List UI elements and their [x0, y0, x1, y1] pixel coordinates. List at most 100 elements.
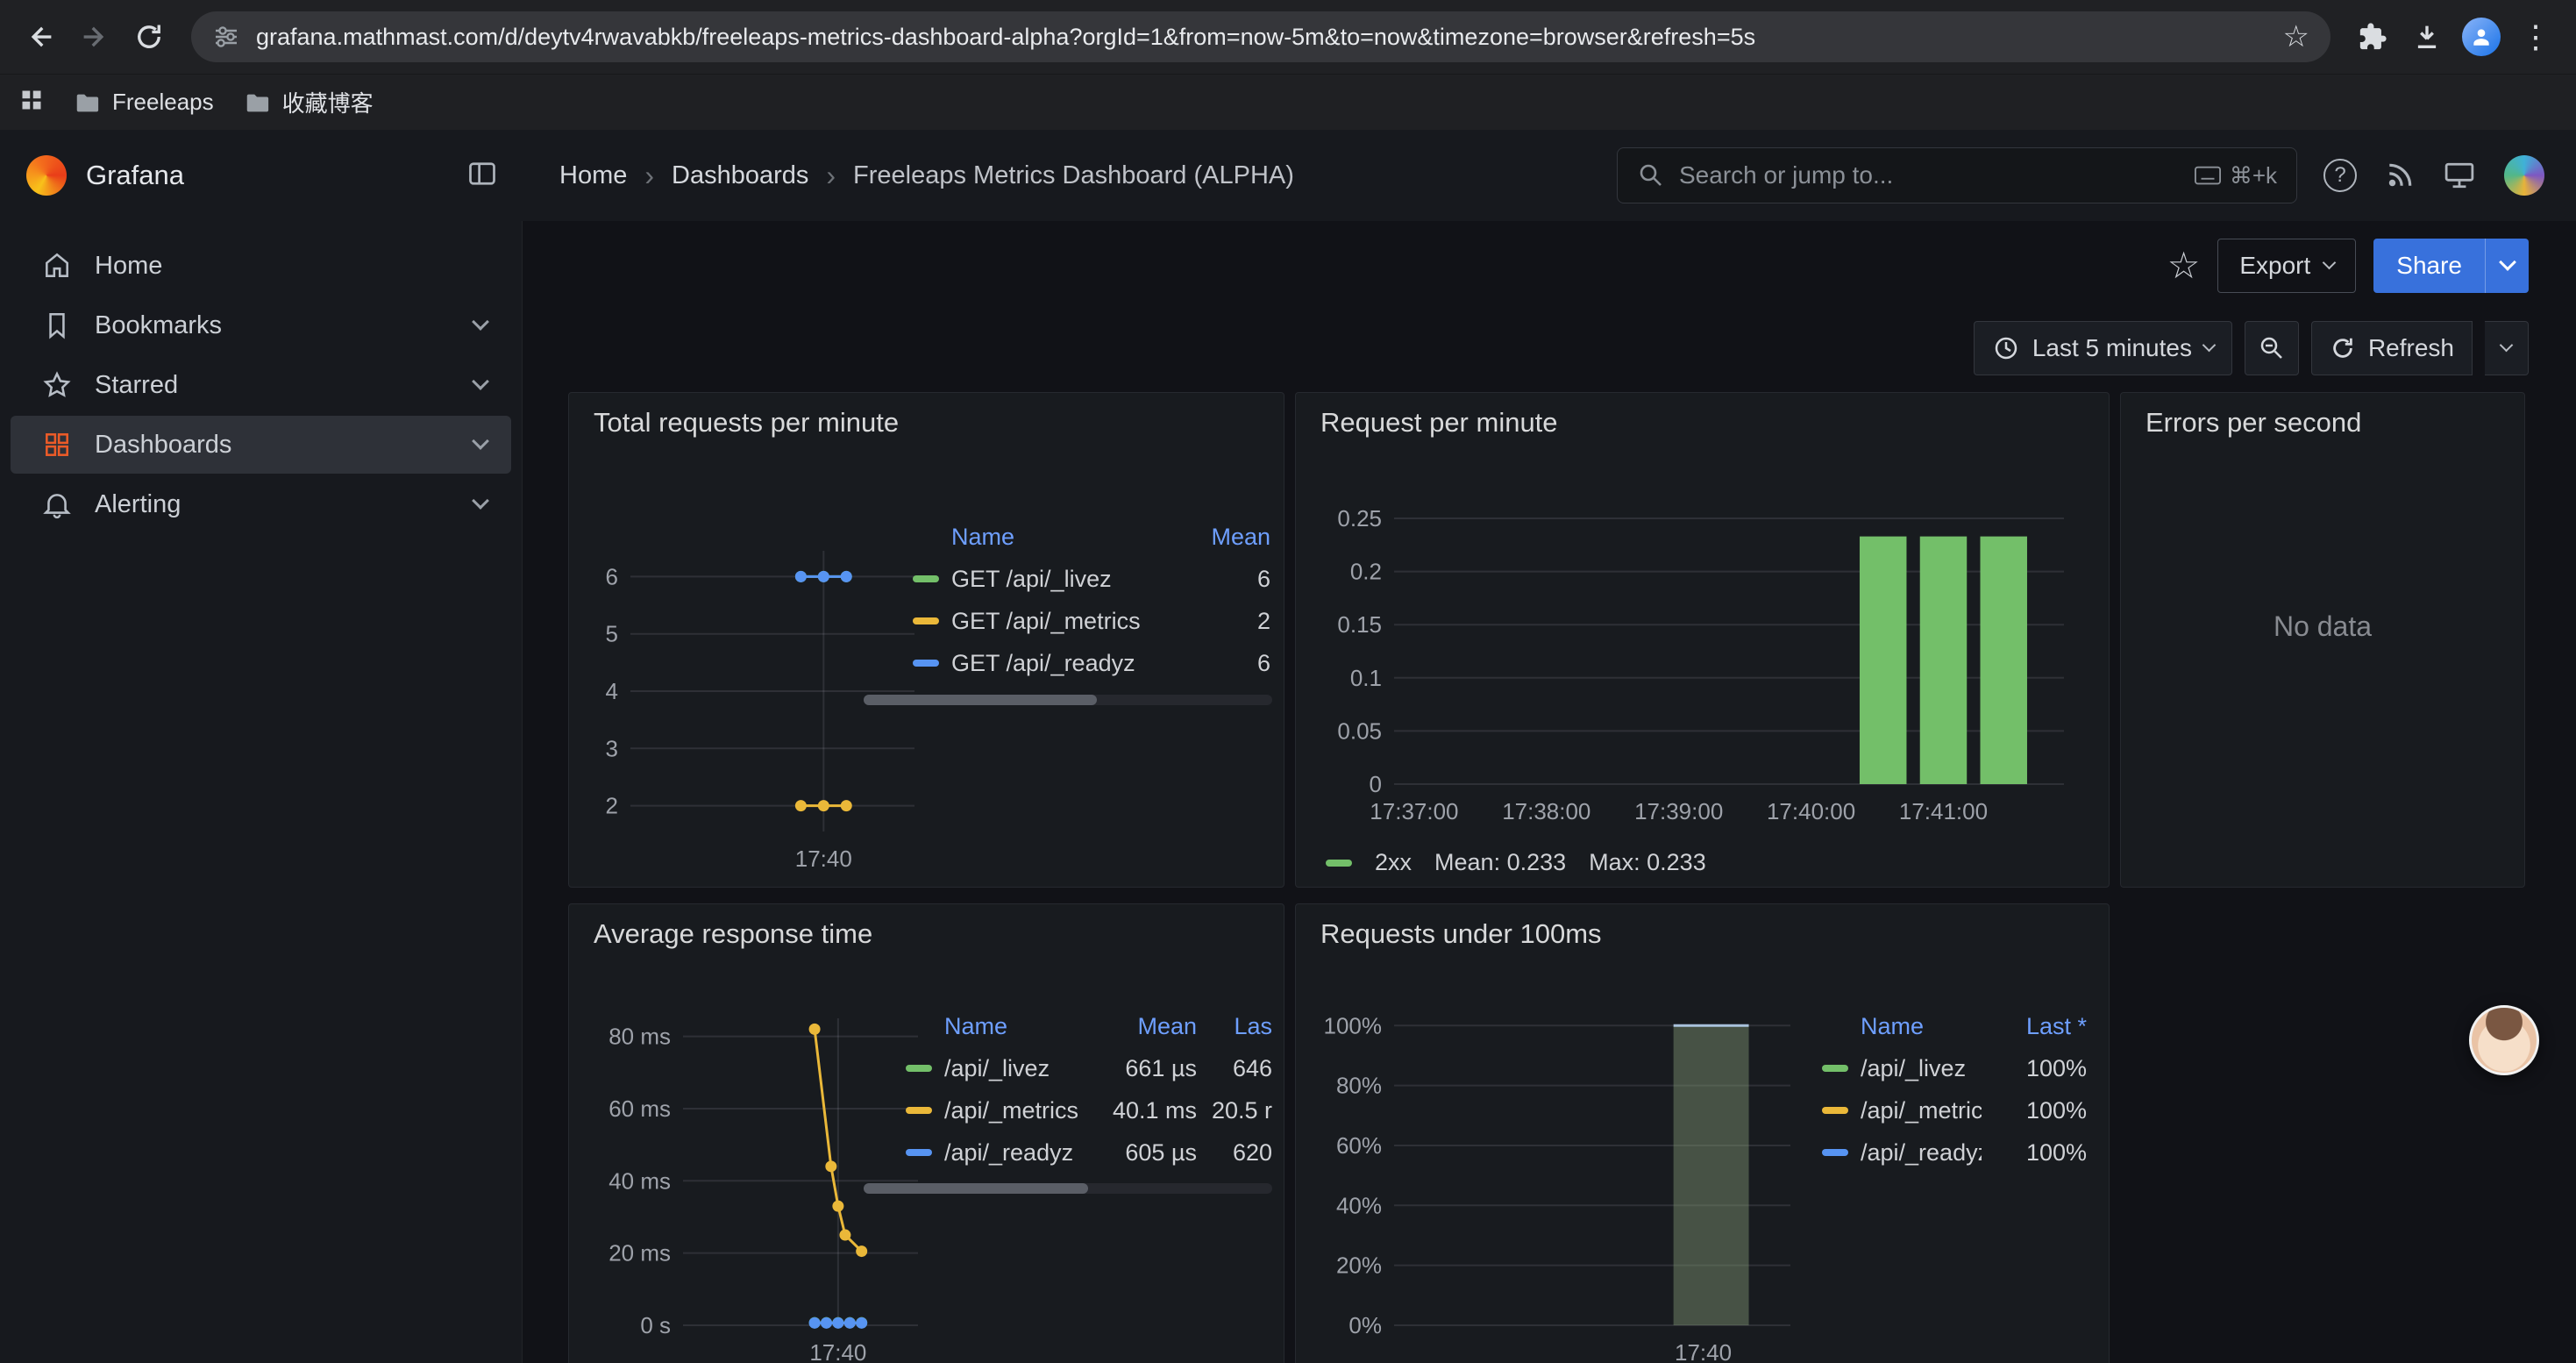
refresh-label: Refresh [2368, 334, 2454, 362]
export-label: Export [2239, 252, 2310, 280]
reload-button[interactable] [125, 12, 174, 61]
svg-text:0.15: 0.15 [1337, 611, 1382, 638]
breadcrumb-separator: › [644, 160, 654, 192]
apps-grid-icon[interactable] [19, 88, 44, 117]
panel-errors-per-second: Errors per second No data [2120, 392, 2525, 888]
dashboard-actions: ☆ Export Share [2167, 239, 2529, 293]
series-name[interactable]: 2xx [1375, 849, 1412, 876]
chevron-down-icon [472, 373, 489, 390]
sidebar-item-home[interactable]: Home [11, 237, 511, 295]
breadcrumb-home[interactable]: Home [559, 161, 627, 190]
svg-text:0 s: 0 s [640, 1312, 671, 1338]
legend-row[interactable]: /api/_metrics100% [1822, 1089, 2087, 1131]
extensions-button[interactable] [2348, 12, 2397, 61]
scrollbar-thumb[interactable] [864, 695, 1097, 705]
legend-scrollbar[interactable] [864, 1183, 1272, 1194]
svg-text:17:39:00: 17:39:00 [1634, 798, 1723, 824]
legend-table[interactable]: NameMeanGET /api/_livez6GET /api/_metric… [913, 516, 1270, 684]
bookmark-item-blog[interactable]: 收藏博客 [244, 86, 374, 118]
header-icons: ? [2323, 155, 2544, 196]
series-legend[interactable]: 2xx Mean: 0.233 Max: 0.233 [1326, 849, 1706, 876]
bookmark-star-icon[interactable]: ☆ [2283, 22, 2309, 52]
svg-text:0.25: 0.25 [1337, 505, 1382, 532]
zoom-out-icon [2258, 334, 2286, 362]
home-icon [42, 251, 72, 281]
svg-text:20 ms: 20 ms [608, 1240, 671, 1267]
svg-text:60%: 60% [1336, 1132, 1382, 1159]
back-icon [25, 21, 56, 53]
clock-icon [1992, 334, 2020, 362]
legend-table[interactable]: NameLast */api/_livez100%/api/_metrics10… [1822, 1005, 2087, 1174]
monitor-icon[interactable] [2443, 161, 2476, 190]
time-range-label: Last 5 minutes [2032, 334, 2192, 362]
legend-row[interactable]: /api/_metrics40.1 ms20.5 r [906, 1089, 1272, 1131]
refresh-interval-button[interactable] [2485, 321, 2529, 375]
svg-text:17:40: 17:40 [795, 846, 852, 872]
forward-button[interactable] [70, 12, 119, 61]
panel-title[interactable]: Requests under 100ms [1296, 904, 2109, 950]
search-shortcut: ⌘+k [2195, 162, 2277, 189]
reload-icon [133, 21, 165, 53]
sidebar-item-bookmarks[interactable]: Bookmarks [11, 296, 511, 354]
chevron-down-icon [2323, 255, 2337, 269]
share-menu-button[interactable] [2485, 239, 2529, 293]
user-avatar[interactable] [2504, 155, 2544, 196]
svg-text:5: 5 [606, 621, 618, 647]
series-max: Max: 0.233 [1589, 849, 1706, 876]
svg-text:6: 6 [606, 563, 618, 589]
legend-row[interactable]: /api/_livez100% [1822, 1047, 2087, 1089]
svg-text:0.05: 0.05 [1337, 717, 1382, 744]
bookmark-item-freeleaps[interactable]: Freeleaps [74, 89, 214, 116]
panel-title[interactable]: Errors per second [2121, 393, 2524, 439]
panel-requests-under-100ms: Requests under 100ms 0%20%40%60%80%100%1… [1295, 903, 2110, 1363]
help-icon[interactable]: ? [2323, 159, 2357, 192]
browser-menu-button[interactable]: ⋮ [2511, 12, 2560, 61]
legend-header-row: NameLast * [1822, 1005, 2087, 1047]
sidebar-item-dashboards[interactable]: Dashboards [11, 416, 511, 474]
legend-row[interactable]: GET /api/_livez6 [913, 558, 1270, 600]
legend-table[interactable]: NameMeanLas/api/_livez661 µs646/api/_met… [906, 1005, 1272, 1174]
profile-button[interactable] [2457, 12, 2506, 61]
panel-average-response-time: Average response time 80 ms60 ms40 ms20 … [568, 903, 1284, 1363]
alerting-bell-icon [42, 489, 72, 519]
legend-header-row: NameMeanLas [906, 1005, 1272, 1047]
sidebar-toggle-button[interactable] [466, 158, 498, 194]
chevron-down-icon [472, 492, 489, 510]
sidebar-item-alerting[interactable]: Alerting [11, 475, 511, 533]
svg-text:100%: 100% [1324, 1012, 1383, 1038]
favorite-star-icon[interactable]: ☆ [2167, 247, 2201, 284]
legend-row[interactable]: /api/_livez661 µs646 [906, 1047, 1272, 1089]
panel-title[interactable]: Total requests per minute [569, 393, 1284, 439]
time-range-picker[interactable]: Last 5 minutes [1974, 321, 2232, 375]
share-button[interactable]: Share [2373, 239, 2485, 293]
folder-icon [244, 89, 270, 116]
svg-text:17:37:00: 17:37:00 [1370, 798, 1458, 824]
legend-row[interactable]: GET /api/_readyz6 [913, 642, 1270, 684]
search-input[interactable]: Search or jump to... ⌘+k [1617, 147, 2297, 203]
rss-icon[interactable] [2385, 161, 2415, 190]
search-icon [1637, 161, 1665, 189]
legend-row[interactable]: GET /api/_metrics2 [913, 600, 1270, 642]
url-bar[interactable]: grafana.mathmast.com/d/deytv4rwavabkb/fr… [191, 11, 2330, 62]
breadcrumb-current: Freeleaps Metrics Dashboard (ALPHA) [853, 161, 1294, 190]
panel-title[interactable]: Average response time [569, 904, 1284, 950]
zoom-out-button[interactable] [2245, 321, 2299, 375]
screen: grafana.mathmast.com/d/deytv4rwavabkb/fr… [0, 0, 2576, 1363]
scrollbar-thumb[interactable] [864, 1183, 1088, 1194]
panel-title[interactable]: Request per minute [1296, 393, 2109, 439]
forward-icon [79, 21, 110, 53]
breadcrumb-dashboards[interactable]: Dashboards [672, 161, 808, 190]
downloads-button[interactable] [2402, 12, 2451, 61]
sidebar-item-starred[interactable]: Starred [11, 356, 511, 414]
panel-left-icon [466, 158, 498, 189]
legend-row[interactable]: /api/_readyz605 µs620 [906, 1131, 1272, 1174]
url-text[interactable]: grafana.mathmast.com/d/deytv4rwavabkb/fr… [256, 24, 2267, 51]
refresh-button[interactable]: Refresh [2311, 321, 2473, 375]
legend-scrollbar[interactable] [864, 695, 1272, 705]
back-button[interactable] [16, 12, 65, 61]
grafana-logo[interactable] [26, 155, 67, 196]
export-button[interactable]: Export [2217, 239, 2356, 293]
floating-assistant-avatar[interactable] [2469, 1005, 2539, 1075]
legend-row[interactable]: /api/_readyz100% [1822, 1131, 2087, 1174]
svg-text:0.2: 0.2 [1350, 559, 1382, 585]
